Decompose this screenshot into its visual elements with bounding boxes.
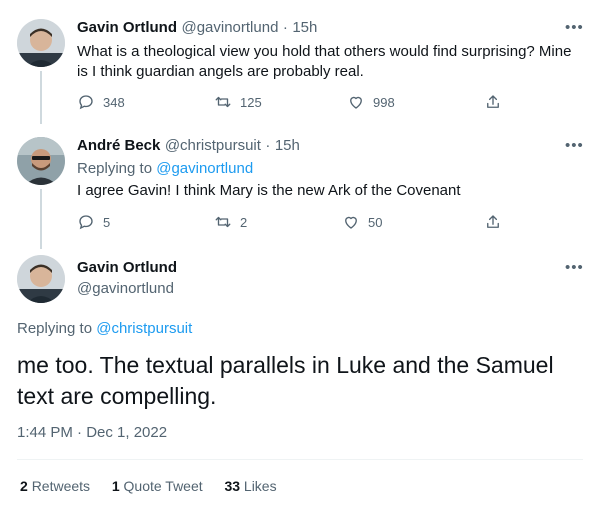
avatar[interactable] xyxy=(17,19,65,67)
heart-icon xyxy=(345,216,357,229)
replying-to: Replying to @christpursuit xyxy=(17,319,192,339)
retweet-button[interactable]: 2 xyxy=(214,213,247,231)
retweets-label: Retweets xyxy=(31,478,91,494)
like-button[interactable]: 998 xyxy=(347,93,395,111)
share-button[interactable] xyxy=(484,213,502,231)
retweet-count: 125 xyxy=(240,94,262,110)
quotes-label: Quote Tweet xyxy=(123,478,203,494)
share-icon xyxy=(487,215,499,228)
more-icon[interactable]: ••• xyxy=(565,137,584,154)
engagement-stats: 2 Retweets 1 Quote Tweet 33 Likes xyxy=(20,478,277,494)
replying-to-handle[interactable]: @christpursuit xyxy=(96,320,192,337)
tweet-text: I agree Gavin! I think Mary is the new A… xyxy=(77,182,461,199)
replying-to-label: Replying to xyxy=(77,160,153,177)
avatar[interactable] xyxy=(17,255,65,303)
tweet-timestamp[interactable]: 1:44 PM · Dec 1, 2022 xyxy=(17,424,167,441)
author-name[interactable]: Gavin Ortlund xyxy=(77,259,177,276)
reply-button[interactable]: 5 xyxy=(77,213,110,231)
quotes-stat[interactable]: 1 Quote Tweet xyxy=(112,478,207,494)
replying-to-label: Replying to xyxy=(17,320,93,337)
reply-count: 5 xyxy=(103,214,111,230)
dot-separator: · xyxy=(282,19,288,36)
quotes-count: 1 xyxy=(111,478,120,494)
divider xyxy=(17,459,583,460)
reply-count: 348 xyxy=(103,94,125,110)
tweet-text: me too. The textual parallels in Luke an… xyxy=(17,352,554,409)
retweet-icon xyxy=(215,216,231,228)
reply-icon xyxy=(79,95,93,110)
likes-stat[interactable]: 33 Likes xyxy=(224,478,276,494)
reply-icon xyxy=(79,215,93,230)
author-name[interactable]: André Beck xyxy=(77,137,160,154)
retweets-count: 2 xyxy=(20,478,28,494)
dot-separator: · xyxy=(265,137,271,154)
thread-line xyxy=(40,71,42,124)
more-icon[interactable]: ••• xyxy=(565,19,584,36)
heart-icon xyxy=(350,96,362,109)
like-count: 998 xyxy=(373,94,395,110)
tweet-time[interactable]: 15h xyxy=(275,137,300,154)
author-handle[interactable]: @gavinortlund xyxy=(181,19,278,36)
likes-label: Likes xyxy=(243,478,277,494)
replying-to: Replying to @gavinortlund xyxy=(77,159,253,179)
reply-button[interactable]: 348 xyxy=(77,93,125,111)
tweet-time[interactable]: 15h xyxy=(292,19,317,36)
tweet-header: André Beck @christpursuit · 15h xyxy=(77,137,300,155)
tweet-header: Gavin Ortlund @gavinortlund · 15h xyxy=(77,19,317,37)
share-button[interactable] xyxy=(484,93,502,111)
avatar[interactable] xyxy=(17,137,65,185)
share-icon xyxy=(487,95,499,108)
retweet-icon xyxy=(215,96,231,108)
likes-count: 33 xyxy=(224,478,241,494)
author-name[interactable]: Gavin Ortlund xyxy=(77,19,177,36)
retweet-count: 2 xyxy=(240,214,248,230)
author-handle[interactable]: @christpursuit xyxy=(165,137,261,154)
retweet-button[interactable]: 125 xyxy=(214,93,262,111)
like-button[interactable]: 50 xyxy=(342,213,382,231)
thread-line xyxy=(40,189,42,249)
tweet-text: What is a theological view you hold that… xyxy=(77,43,572,80)
replying-to-handle[interactable]: @gavinortlund xyxy=(156,160,253,177)
author-handle[interactable]: @gavinortlund xyxy=(77,280,174,297)
more-icon[interactable]: ••• xyxy=(565,259,584,276)
like-count: 50 xyxy=(368,214,383,230)
retweets-stat[interactable]: 2 Retweets xyxy=(20,478,94,494)
